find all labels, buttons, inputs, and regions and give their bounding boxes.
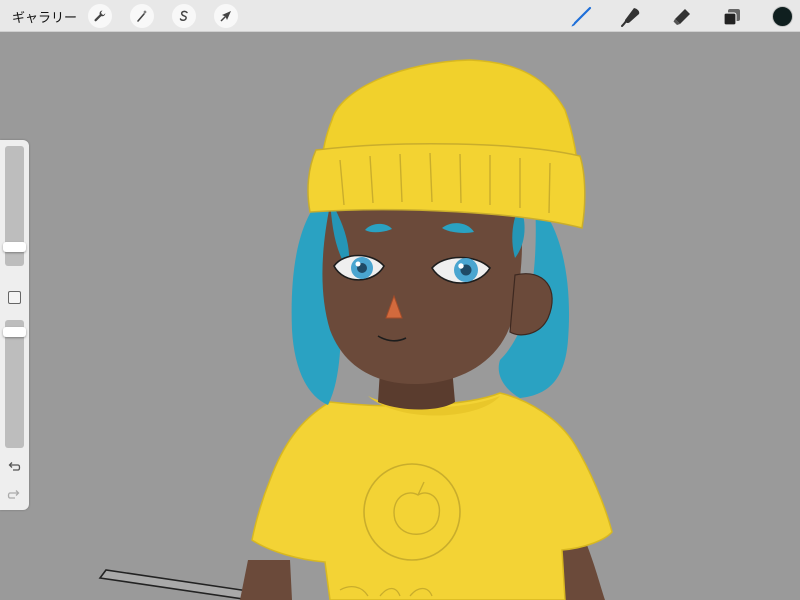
left-arm	[240, 560, 292, 600]
selection-button[interactable]	[172, 4, 196, 28]
top-toolbar: ギャラリー	[0, 0, 800, 32]
adjustments-button[interactable]	[130, 4, 154, 28]
magic-wand-icon	[137, 10, 148, 22]
modify-button[interactable]	[8, 291, 21, 304]
smudge-icon	[621, 8, 640, 27]
smudge-tool-button[interactable]	[618, 4, 644, 30]
opacity-slider[interactable]	[5, 320, 24, 448]
drawing-canvas[interactable]	[0, 32, 800, 600]
wrench-icon	[94, 10, 106, 22]
brush-icon	[571, 6, 592, 27]
redo-icon[interactable]	[7, 488, 21, 502]
layers-button[interactable]	[719, 4, 745, 30]
selection-s-icon	[179, 10, 188, 21]
actions-button[interactable]	[88, 4, 112, 28]
color-picker-button[interactable]	[772, 6, 793, 27]
gallery-button[interactable]: ギャラリー	[12, 7, 77, 26]
layers-icon	[723, 9, 740, 26]
undo-icon[interactable]	[7, 460, 21, 474]
brush-tool-button[interactable]	[568, 4, 594, 30]
brush-size-thumb[interactable]	[3, 242, 26, 252]
opacity-thumb[interactable]	[3, 327, 26, 337]
brush-sidebar	[0, 140, 29, 510]
eraser-icon	[673, 9, 690, 25]
eraser-tool-button[interactable]	[669, 4, 695, 30]
transform-button[interactable]	[214, 4, 238, 28]
arrow-cursor-icon	[220, 11, 231, 22]
